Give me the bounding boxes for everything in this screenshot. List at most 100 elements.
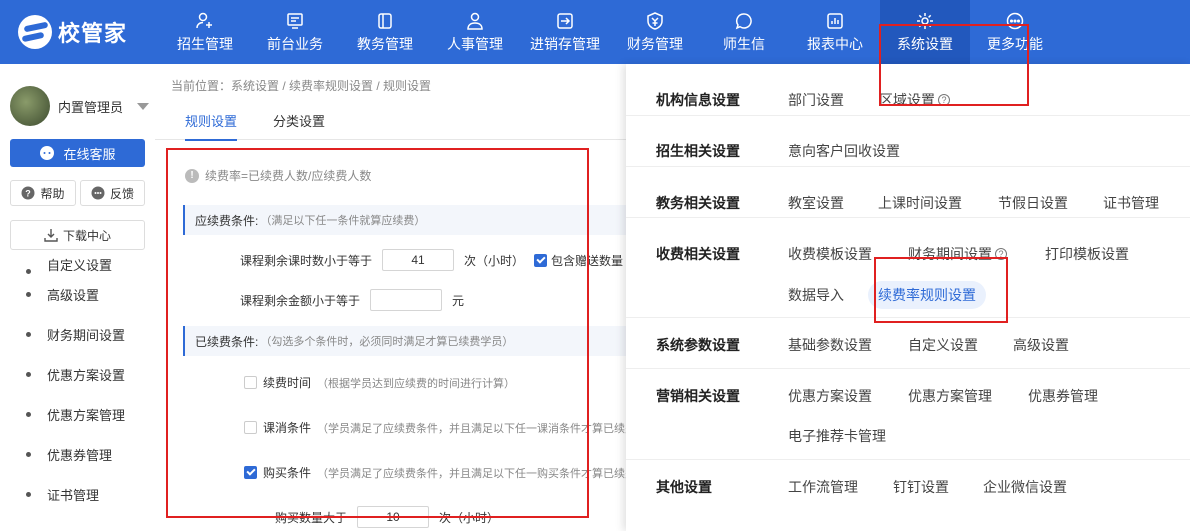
include-gift-checkbox[interactable] bbox=[534, 253, 548, 267]
nav-item-system-settings[interactable]: 系统设置 bbox=[880, 0, 970, 64]
remaining-amount-input[interactable] bbox=[370, 289, 443, 311]
renew-time-label: 续费时间 bbox=[263, 376, 312, 390]
sidebar-item-advanced[interactable]: 高级设置 bbox=[0, 274, 155, 314]
menu-item-wecom[interactable]: 企业微信设置 bbox=[983, 477, 1067, 497]
remaining-hours-unit: 次（小时） bbox=[464, 253, 525, 268]
menu-item-discount-manage[interactable]: 优惠方案管理 bbox=[908, 386, 992, 406]
sidebar-item-custom[interactable]: 自定义设置 bbox=[0, 254, 155, 274]
online-service-button[interactable]: 在线客服 bbox=[10, 139, 145, 167]
menu-item-renewal-rule[interactable]: 续费率规则设置 bbox=[868, 281, 986, 309]
question-icon[interactable]: ? bbox=[938, 94, 950, 106]
sidebar-list: 自定义设置 高级设置 财务期间设置 优惠方案设置 优惠方案管理 优惠券管理 证书… bbox=[0, 254, 155, 514]
nav-item-reports[interactable]: 报表中心 bbox=[804, 0, 866, 64]
sidebar-item-coupon[interactable]: 优惠券管理 bbox=[0, 434, 155, 474]
menu-item-workflow[interactable]: 工作流管理 bbox=[788, 477, 858, 497]
formula-note: ! 续费率=已续费人数/应续费人数 bbox=[185, 167, 371, 184]
sidebar-item-label: 财务期间设置 bbox=[47, 327, 126, 343]
group-charge: 收费相关设置 收费模板设置 财务期间设置? 打印模板设置 数据导入 续费率规则设… bbox=[626, 218, 1190, 318]
purchase-label: 购买条件 bbox=[263, 466, 312, 480]
avatar bbox=[10, 86, 50, 126]
remaining-amount-unit: 元 bbox=[452, 293, 465, 308]
svg-text:?: ? bbox=[26, 189, 32, 199]
remaining-amount-label: 课程剩余金额小于等于 bbox=[240, 293, 361, 308]
help-button[interactable]: ? 帮助 bbox=[10, 180, 76, 206]
bullet bbox=[26, 291, 31, 297]
menu-item-basic-params[interactable]: 基础参数设置 bbox=[788, 335, 872, 355]
user-name: 内置管理员 bbox=[58, 99, 124, 115]
sidebar-item-certificate[interactable]: 证书管理 bbox=[0, 474, 155, 514]
tab-rule-settings[interactable]: 规则设置 bbox=[185, 111, 238, 141]
nav-item-more[interactable]: 更多功能 bbox=[984, 0, 1046, 64]
group-other: 其他设置 工作流管理 钉钉设置 企业微信设置 bbox=[626, 460, 1190, 531]
nav-label: 招生管理 bbox=[177, 35, 233, 52]
question-icon[interactable]: ? bbox=[995, 248, 1007, 260]
monitor-icon bbox=[285, 11, 305, 31]
nav-item-messaging[interactable]: 师生信 bbox=[719, 0, 769, 64]
menu-item-advanced[interactable]: 高级设置 bbox=[1013, 335, 1069, 355]
group-title: 教务相关设置 bbox=[656, 195, 740, 211]
help-label: 帮助 bbox=[40, 186, 65, 201]
nav-label: 报表中心 bbox=[807, 35, 863, 52]
menu-item-discount-setting[interactable]: 优惠方案设置 bbox=[788, 386, 872, 406]
sidebar-item-discount-setting[interactable]: 优惠方案设置 bbox=[0, 354, 155, 394]
chat-icon bbox=[734, 11, 754, 31]
yuan-shield-icon bbox=[645, 11, 665, 31]
user-plus-icon bbox=[195, 11, 215, 31]
purchase-qty-input[interactable] bbox=[357, 506, 430, 528]
menu-item-dingtalk[interactable]: 钉钉设置 bbox=[893, 477, 949, 497]
remaining-hours-input[interactable] bbox=[382, 249, 455, 271]
menu-item-certificate[interactable]: 证书管理 bbox=[1103, 193, 1159, 213]
nav-label: 系统设置 bbox=[897, 35, 953, 52]
tab-category-settings[interactable]: 分类设置 bbox=[273, 111, 325, 139]
menu-item-region[interactable]: 区域设置? bbox=[879, 90, 950, 110]
menu-item-e-referral-card[interactable]: 电子推荐卡管理 bbox=[788, 426, 886, 446]
menu-item-classroom[interactable]: 教室设置 bbox=[788, 193, 844, 213]
sidebar-item-discount-manage[interactable]: 优惠方案管理 bbox=[0, 394, 155, 434]
menu-item-coupon[interactable]: 优惠券管理 bbox=[1028, 386, 1098, 406]
section-hint: （勾选多个条件时，必须同时满足才算已续费学员） bbox=[260, 336, 514, 348]
nav-item-inventory[interactable]: 进销存管理 bbox=[526, 0, 604, 64]
renewed-section: 已续费条件: （勾选多个条件时，必须同时满足才算已续费学员） bbox=[183, 326, 630, 356]
menu-item-print-template[interactable]: 打印模板设置 bbox=[1045, 244, 1129, 264]
download-center-button[interactable]: 下载中心 bbox=[10, 220, 145, 250]
section-title: 应续费条件: bbox=[195, 213, 259, 228]
person-icon bbox=[465, 11, 485, 31]
menu-item-charge-template[interactable]: 收费模板设置 bbox=[788, 244, 872, 264]
menu-item-department[interactable]: 部门设置 bbox=[788, 90, 844, 110]
section-title: 已续费条件: bbox=[195, 334, 259, 349]
sidebar-item-label: 高级设置 bbox=[47, 287, 100, 303]
nav-item-hr[interactable]: 人事管理 bbox=[444, 0, 506, 64]
sidebar-item-label: 证书管理 bbox=[47, 487, 100, 503]
group-system-params: 系统参数设置 基础参数设置 自定义设置 高级设置 bbox=[626, 318, 1190, 369]
nav-item-front-desk[interactable]: 前台业务 bbox=[264, 0, 326, 64]
bar-chart-icon bbox=[825, 11, 845, 31]
bullet bbox=[26, 411, 31, 417]
group-academic: 教务相关设置 教室设置 上课时间设置 节假日设置 证书管理 bbox=[626, 167, 1190, 218]
renew-time-hint: （根据学员达到应续费的时间进行计算） bbox=[317, 377, 516, 390]
sidebar-item-finance-period[interactable]: 财务期间设置 bbox=[0, 314, 155, 354]
include-gift-label: 包含赠送数量 bbox=[551, 253, 624, 268]
nav-label: 前台业务 bbox=[267, 35, 323, 52]
nav-label: 人事管理 bbox=[447, 35, 503, 52]
consume-checkbox[interactable] bbox=[244, 421, 257, 434]
logo-icon bbox=[18, 15, 52, 49]
renew-time-checkbox[interactable] bbox=[244, 376, 257, 389]
purchase-checkbox[interactable] bbox=[244, 466, 257, 479]
menu-item-lead-recycle[interactable]: 意向客户回收设置 bbox=[788, 141, 900, 161]
menu-item-class-time[interactable]: 上课时间设置 bbox=[878, 193, 962, 213]
menu-item-holiday[interactable]: 节假日设置 bbox=[998, 193, 1068, 213]
group-org-info: 机构信息设置 部门设置 区域设置? bbox=[626, 64, 1190, 116]
nav-item-recruit[interactable]: 招生管理 bbox=[174, 0, 236, 64]
logo[interactable]: 校管家 bbox=[18, 14, 127, 50]
remaining-amount-row: 课程剩余金额小于等于 元 bbox=[240, 289, 464, 311]
menu-item-custom[interactable]: 自定义设置 bbox=[908, 335, 978, 355]
nav-item-academic[interactable]: 教务管理 bbox=[354, 0, 416, 64]
group-recruit: 招生相关设置 意向客户回收设置 bbox=[626, 116, 1190, 167]
nav-item-finance[interactable]: 财务管理 bbox=[624, 0, 686, 64]
user-menu[interactable]: 内置管理员 bbox=[10, 86, 150, 126]
menu-item-finance-period[interactable]: 财务期间设置? bbox=[908, 244, 1007, 264]
remaining-hours-row: 课程剩余课时数小于等于 次（小时） 包含赠送数量 bbox=[240, 249, 623, 271]
purchase-hint: （学员满足了应续费条件，并且满足以下任一购买条件才算已续费 bbox=[317, 467, 637, 480]
feedback-button[interactable]: 反馈 bbox=[80, 180, 145, 206]
menu-item-data-import[interactable]: 数据导入 bbox=[788, 285, 844, 305]
